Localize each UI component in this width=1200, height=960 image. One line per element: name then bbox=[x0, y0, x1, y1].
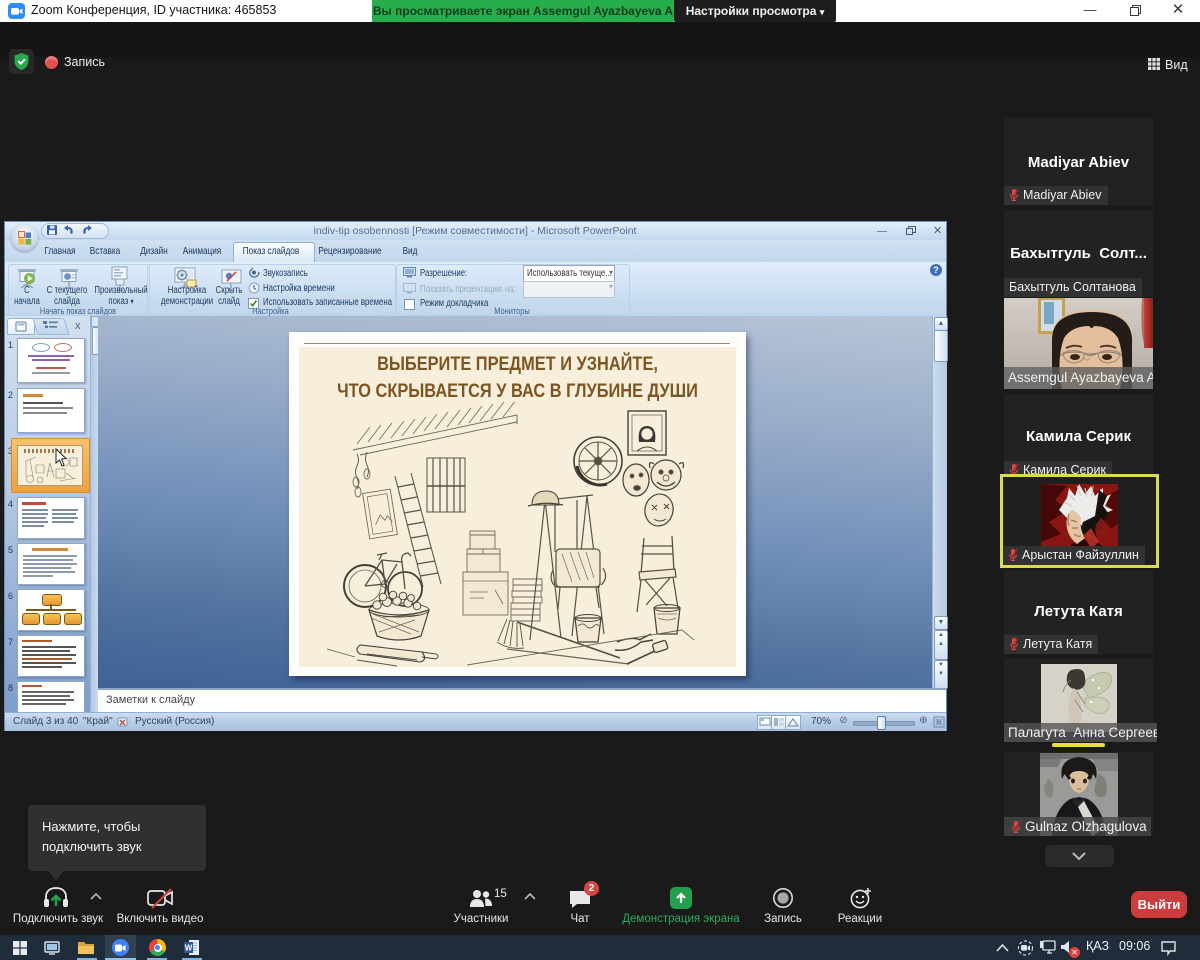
svg-text:W: W bbox=[185, 944, 193, 953]
